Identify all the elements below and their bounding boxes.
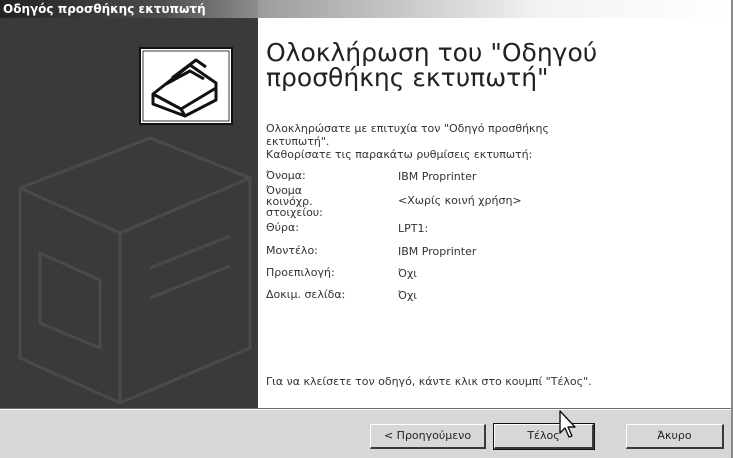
- setting-value: IBM Proprinter: [398, 245, 477, 258]
- window-title: Οδηγός προσθήκης εκτυπωτή: [3, 2, 206, 16]
- footer-separator-highlight: [0, 409, 731, 410]
- completion-message: Ολοκληρώσατε με επιτυχία τον "Οδηγό προσ…: [266, 122, 716, 161]
- back-button[interactable]: < Προηγούμενο: [370, 424, 486, 449]
- setting-label: Όνομα κοινόχρ. στοιχείου:: [266, 184, 323, 219]
- setting-value: Όχι: [398, 267, 418, 280]
- setting-value: LPT1:: [398, 222, 429, 235]
- printer-icon: [139, 47, 233, 125]
- finish-instructions: Για να κλείσετε τον οδηγό, κάντε κλικ στ…: [266, 375, 592, 388]
- setting-value: Όχι: [398, 289, 418, 302]
- watermark-graphic: [18, 47, 252, 405]
- setting-label: Θύρα:: [266, 221, 299, 234]
- setting-label: Όνομα:: [266, 169, 306, 182]
- setting-label: Μοντέλο:: [266, 244, 318, 257]
- setting-label: Προεπιλογή:: [266, 266, 335, 279]
- wizard-content: Ολοκλήρωση του "Οδηγού προσθήκης εκτυπωτ…: [258, 18, 731, 408]
- page-title-line-1: Ολοκλήρωση του "Οδηγού: [266, 38, 598, 67]
- setting-label: Δοκιμ. σελίδα:: [266, 288, 346, 301]
- cancel-button[interactable]: Άκυρο: [626, 424, 724, 449]
- success-text-line-2: εκτυπωτή".: [266, 135, 330, 148]
- setting-value: IBM Proprinter: [398, 170, 477, 183]
- settings-intro: Καθορίσατε τις παρακάτω ρυθμίσεις εκτυπω…: [266, 148, 533, 161]
- title-bar-gradient: [258, 0, 731, 18]
- success-text-line-1: Ολοκληρώσατε με επιτυχία τον "Οδηγό προσ…: [266, 122, 549, 135]
- page-title: Ολοκλήρωση του "Οδηγού προσθήκης εκτυπωτ…: [266, 40, 686, 90]
- finish-button[interactable]: Τέλος: [493, 423, 595, 450]
- wizard-side-panel: [0, 18, 258, 408]
- title-bar: Οδηγός προσθήκης εκτυπωτή: [0, 0, 260, 18]
- add-printer-wizard-window: Οδηγός προσθήκης εκτυπωτή Ολοκλήρωση του…: [0, 0, 733, 458]
- setting-value: <Χωρίς κοινή χρήση>: [398, 194, 522, 207]
- page-title-line-2: προσθήκης εκτυπωτή": [266, 63, 549, 92]
